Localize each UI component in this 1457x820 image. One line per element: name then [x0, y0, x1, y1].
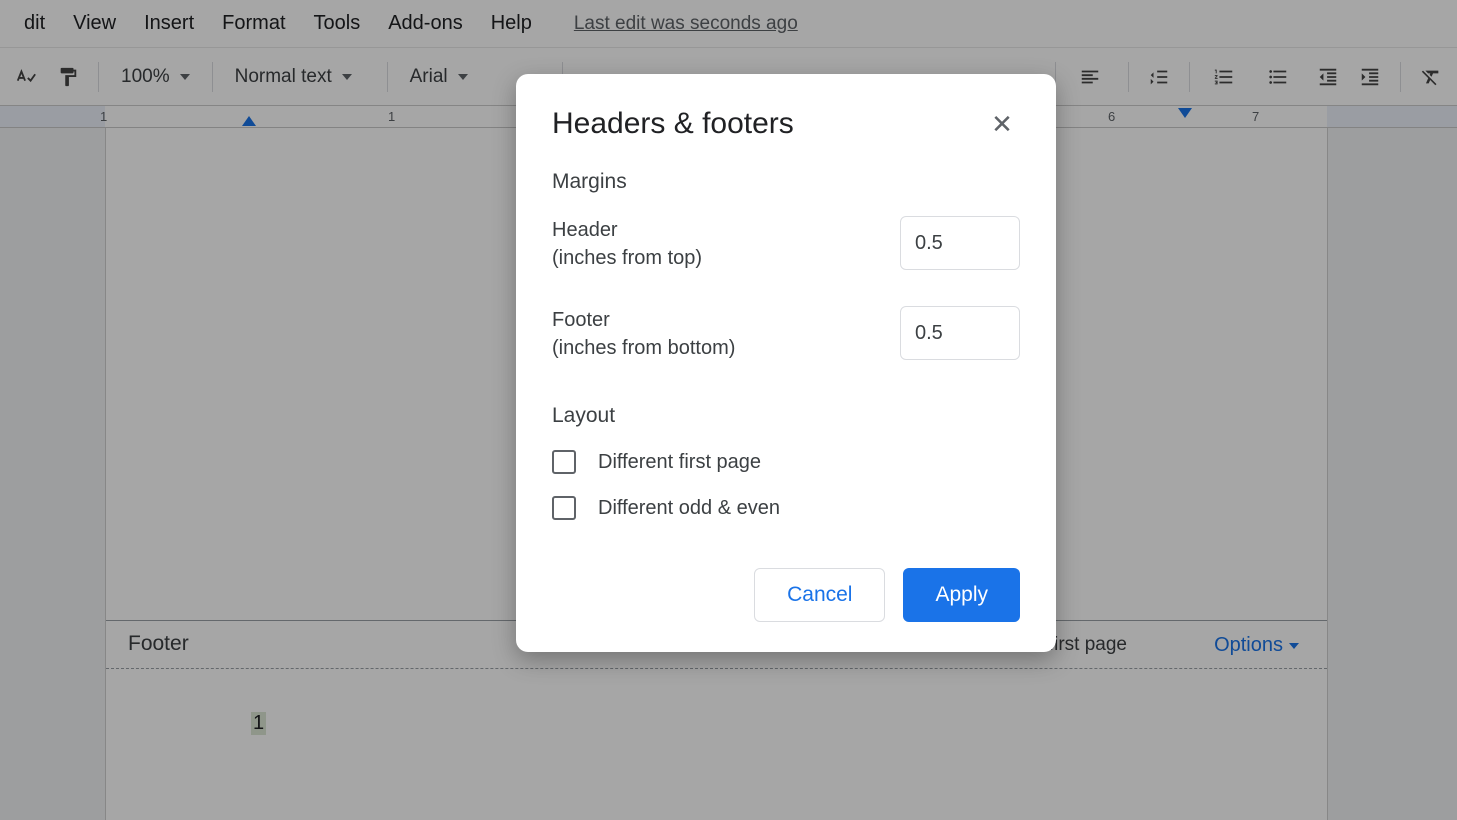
close-icon: ✕: [991, 109, 1013, 140]
footer-margin-input[interactable]: [900, 306, 1020, 360]
dialog-title: Headers & footers: [552, 107, 794, 141]
headers-footers-dialog: Headers & footers ✕ Margins Header (inch…: [516, 74, 1056, 652]
layout-section-label: Layout: [552, 404, 1020, 428]
checkbox-label: Different first page: [598, 451, 761, 474]
close-button[interactable]: ✕: [984, 106, 1020, 142]
different-first-page-checkbox[interactable]: Different first page: [552, 450, 1020, 474]
header-margin-label: Header (inches from top): [552, 216, 702, 272]
cancel-button[interactable]: Cancel: [754, 568, 885, 622]
margins-section-label: Margins: [552, 170, 1020, 194]
header-margin-input[interactable]: [900, 216, 1020, 270]
different-odd-even-checkbox[interactable]: Different odd & even: [552, 496, 1020, 520]
checkbox-icon: [552, 496, 576, 520]
apply-button[interactable]: Apply: [903, 568, 1020, 622]
checkbox-label: Different odd & even: [598, 497, 780, 520]
footer-margin-label: Footer (inches from bottom): [552, 306, 735, 362]
checkbox-icon: [552, 450, 576, 474]
